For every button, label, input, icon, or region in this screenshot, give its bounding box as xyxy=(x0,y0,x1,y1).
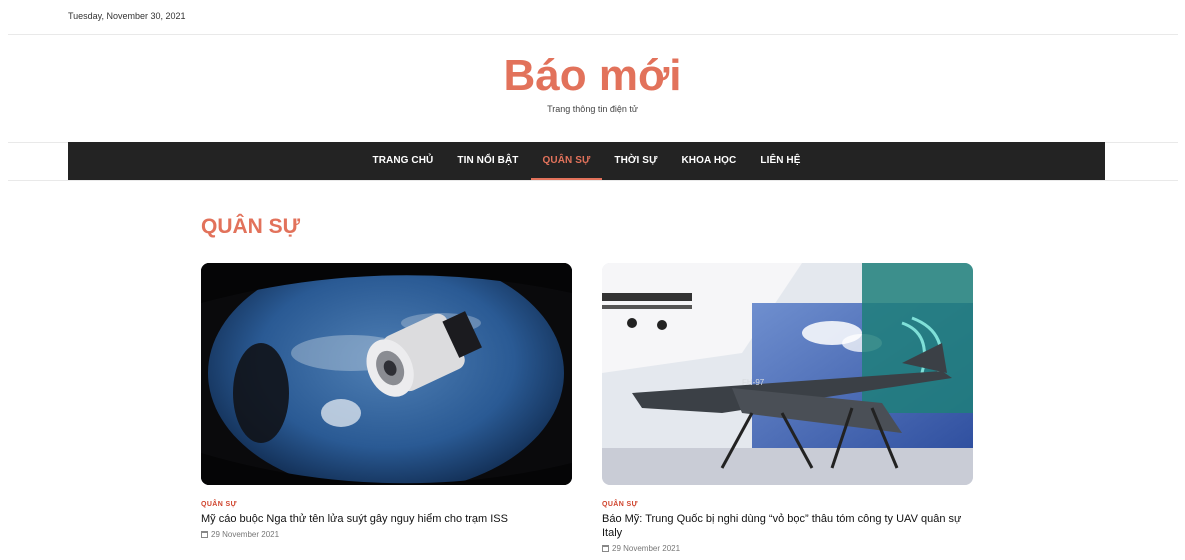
site-tagline: Trang thông tin điện tử xyxy=(547,104,638,114)
divider xyxy=(8,34,1178,35)
section-title: QUÂN SỰ xyxy=(201,215,301,238)
uav-label: FH-97 xyxy=(742,378,765,387)
nav-item-science[interactable]: KHOA HỌC xyxy=(669,142,748,180)
article-category[interactable]: QUÂN SỰ xyxy=(602,501,973,508)
article-date: 29 November 2021 xyxy=(602,544,973,553)
calendar-icon xyxy=(602,545,609,552)
article-title[interactable]: Mỹ cáo buộc Nga thử tên lửa suýt gây ngu… xyxy=(201,512,572,526)
site-header: Báo mới Trang thông tin điện tử xyxy=(0,50,1185,114)
article-category[interactable]: QUÂN SỰ xyxy=(201,501,572,508)
article-thumbnail[interactable] xyxy=(201,263,572,485)
nav-item-home[interactable]: TRANG CHỦ xyxy=(360,142,445,180)
current-date: Tuesday, November 30, 2021 xyxy=(68,11,186,21)
article-card: QUÂN SỰ Mỹ cáo buộc Nga thử tên lửa suýt… xyxy=(201,263,572,539)
nav-item-military[interactable]: QUÂN SỰ xyxy=(530,142,603,180)
nav-item-contact[interactable]: LIÊN HỆ xyxy=(748,142,812,180)
article-date-text: 29 November 2021 xyxy=(612,544,681,553)
article-card: FH-97 QUÂN SỰ Báo Mỹ: Trung Quốc bị nghi… xyxy=(602,263,973,553)
article-date-text: 29 November 2021 xyxy=(211,530,280,539)
top-bar: Tuesday, November 30, 2021 xyxy=(0,0,1185,34)
calendar-icon xyxy=(201,531,208,538)
divider xyxy=(8,180,1178,181)
article-thumbnail[interactable]: FH-97 xyxy=(602,263,973,485)
article-date: 29 November 2021 xyxy=(201,530,572,539)
nav-item-featured[interactable]: TIN NỔI BẬT xyxy=(445,142,530,180)
site-title[interactable]: Báo mới xyxy=(0,50,1185,102)
nav-item-current-affairs[interactable]: THỜI SỰ xyxy=(602,142,669,180)
article-title[interactable]: Báo Mỹ: Trung Quốc bị nghi dùng “vỏ bọc”… xyxy=(602,512,973,540)
main-nav: TRANG CHỦ TIN NỔI BẬT QUÂN SỰ THỜI SỰ KH… xyxy=(68,142,1105,180)
